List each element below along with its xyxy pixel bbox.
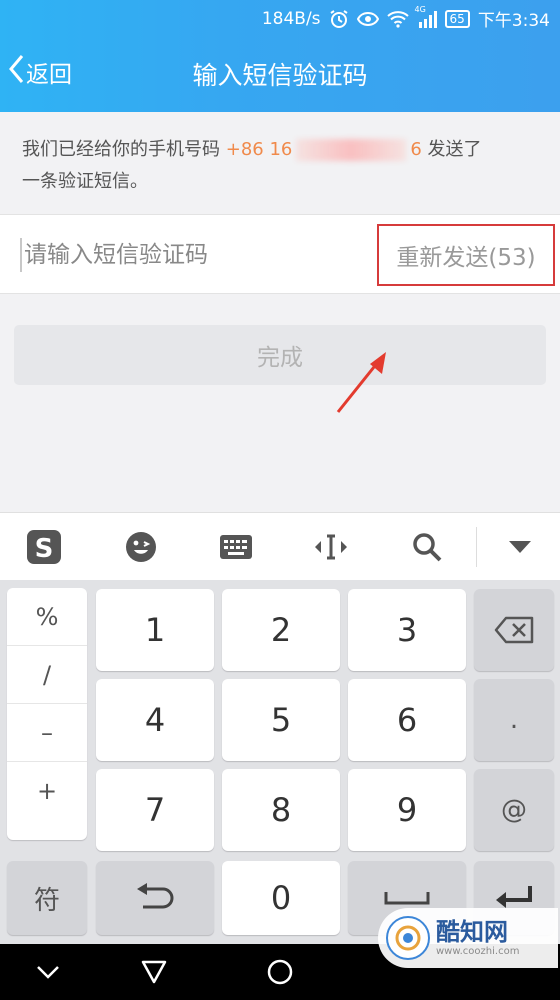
symbol-column: % / – + bbox=[7, 588, 87, 840]
key-2[interactable]: 2 bbox=[222, 589, 340, 671]
emoji-icon[interactable] bbox=[116, 513, 166, 581]
backspace-icon bbox=[494, 616, 534, 644]
page-title: 输入短信验证码 bbox=[192, 61, 368, 90]
text-cursor bbox=[20, 238, 22, 272]
status-bar: 184B/s 4G 65 下午3:34 bbox=[0, 0, 560, 34]
sms-code-input[interactable] bbox=[24, 230, 354, 280]
phone-suffix: 6 bbox=[410, 139, 422, 160]
notice-text-after: 发送了 bbox=[427, 139, 482, 160]
notice-text-line2: 一条验证短信。 bbox=[22, 171, 148, 192]
symbol-key[interactable]: + bbox=[7, 762, 87, 820]
key-3[interactable]: 3 bbox=[348, 589, 466, 671]
key-1[interactable]: 1 bbox=[96, 589, 214, 671]
key-6[interactable]: 6 bbox=[348, 679, 466, 761]
wifi-icon bbox=[386, 9, 409, 29]
key-5[interactable]: 5 bbox=[222, 679, 340, 761]
nav-bar: 返回 输入短信验证码 bbox=[0, 36, 560, 112]
clock: 下午3:34 bbox=[477, 11, 550, 31]
sms-sent-notice: 我们已经给你的手机号码 +86 16 6 发送了 一条验证短信。 bbox=[0, 112, 560, 214]
undo-arrow-icon bbox=[137, 883, 174, 909]
site-watermark: 酷知网 www.coozhi.com bbox=[378, 908, 558, 968]
eye-icon bbox=[356, 9, 379, 29]
return-key[interactable] bbox=[96, 861, 214, 935]
cursor-move-icon[interactable] bbox=[306, 513, 356, 581]
watermark-url: www.coozhi.com bbox=[436, 946, 520, 957]
numeric-keyboard: % / – + 1 2 3 4 5 6 . 7 8 9 @ 符 0 bbox=[0, 580, 560, 944]
keyboard-toolbar: S bbox=[0, 512, 560, 580]
back-triangle-icon[interactable] bbox=[134, 952, 174, 992]
annotation-arrow-icon bbox=[336, 352, 386, 413]
done-button[interactable]: 完成 bbox=[14, 325, 546, 385]
key-0[interactable]: 0 bbox=[222, 861, 340, 935]
alarm-icon bbox=[329, 9, 349, 29]
notice-text: 我们已经给你的手机号码 bbox=[22, 139, 220, 160]
keyboard-icon[interactable] bbox=[211, 513, 261, 581]
dot-key[interactable]: . bbox=[474, 679, 554, 761]
key-9[interactable]: 9 bbox=[348, 769, 466, 851]
key-8[interactable]: 8 bbox=[222, 769, 340, 851]
collapse-keyboard-icon[interactable] bbox=[496, 513, 544, 581]
network-type: 4G bbox=[414, 4, 426, 14]
hide-keyboard-icon[interactable] bbox=[28, 952, 68, 992]
resend-button[interactable]: 重新发送(53) bbox=[377, 224, 555, 286]
symbol-key[interactable]: % bbox=[7, 588, 87, 646]
toolbar-divider bbox=[476, 527, 477, 567]
watermark-name: 酷知网 bbox=[436, 918, 508, 946]
space-icon bbox=[384, 892, 430, 905]
symbol-key[interactable]: / bbox=[7, 646, 87, 704]
phone-redaction bbox=[296, 139, 407, 161]
svg-text:S: S bbox=[35, 534, 54, 564]
sogou-logo-icon[interactable]: S bbox=[20, 513, 70, 581]
symbol-key[interactable]: – bbox=[7, 704, 87, 762]
key-7[interactable]: 7 bbox=[96, 769, 214, 851]
phone-prefix: +86 16 bbox=[225, 139, 293, 160]
symbols-key[interactable]: 符 bbox=[7, 861, 87, 935]
coozhi-logo-icon bbox=[386, 916, 430, 960]
signal-icon: 4G bbox=[415, 5, 437, 29]
network-speed: 184B/s bbox=[261, 8, 321, 29]
phone-number: +86 16 6 bbox=[225, 139, 422, 161]
backspace-key[interactable] bbox=[474, 589, 554, 671]
header: 184B/s 4G 65 下午3:34 返回 输入短信验证码 bbox=[0, 0, 560, 112]
battery-indicator: 65 bbox=[444, 9, 470, 28]
at-key[interactable]: @ bbox=[474, 769, 554, 851]
home-circle-icon[interactable] bbox=[260, 952, 300, 992]
key-4[interactable]: 4 bbox=[96, 679, 214, 761]
search-icon[interactable] bbox=[402, 513, 452, 581]
